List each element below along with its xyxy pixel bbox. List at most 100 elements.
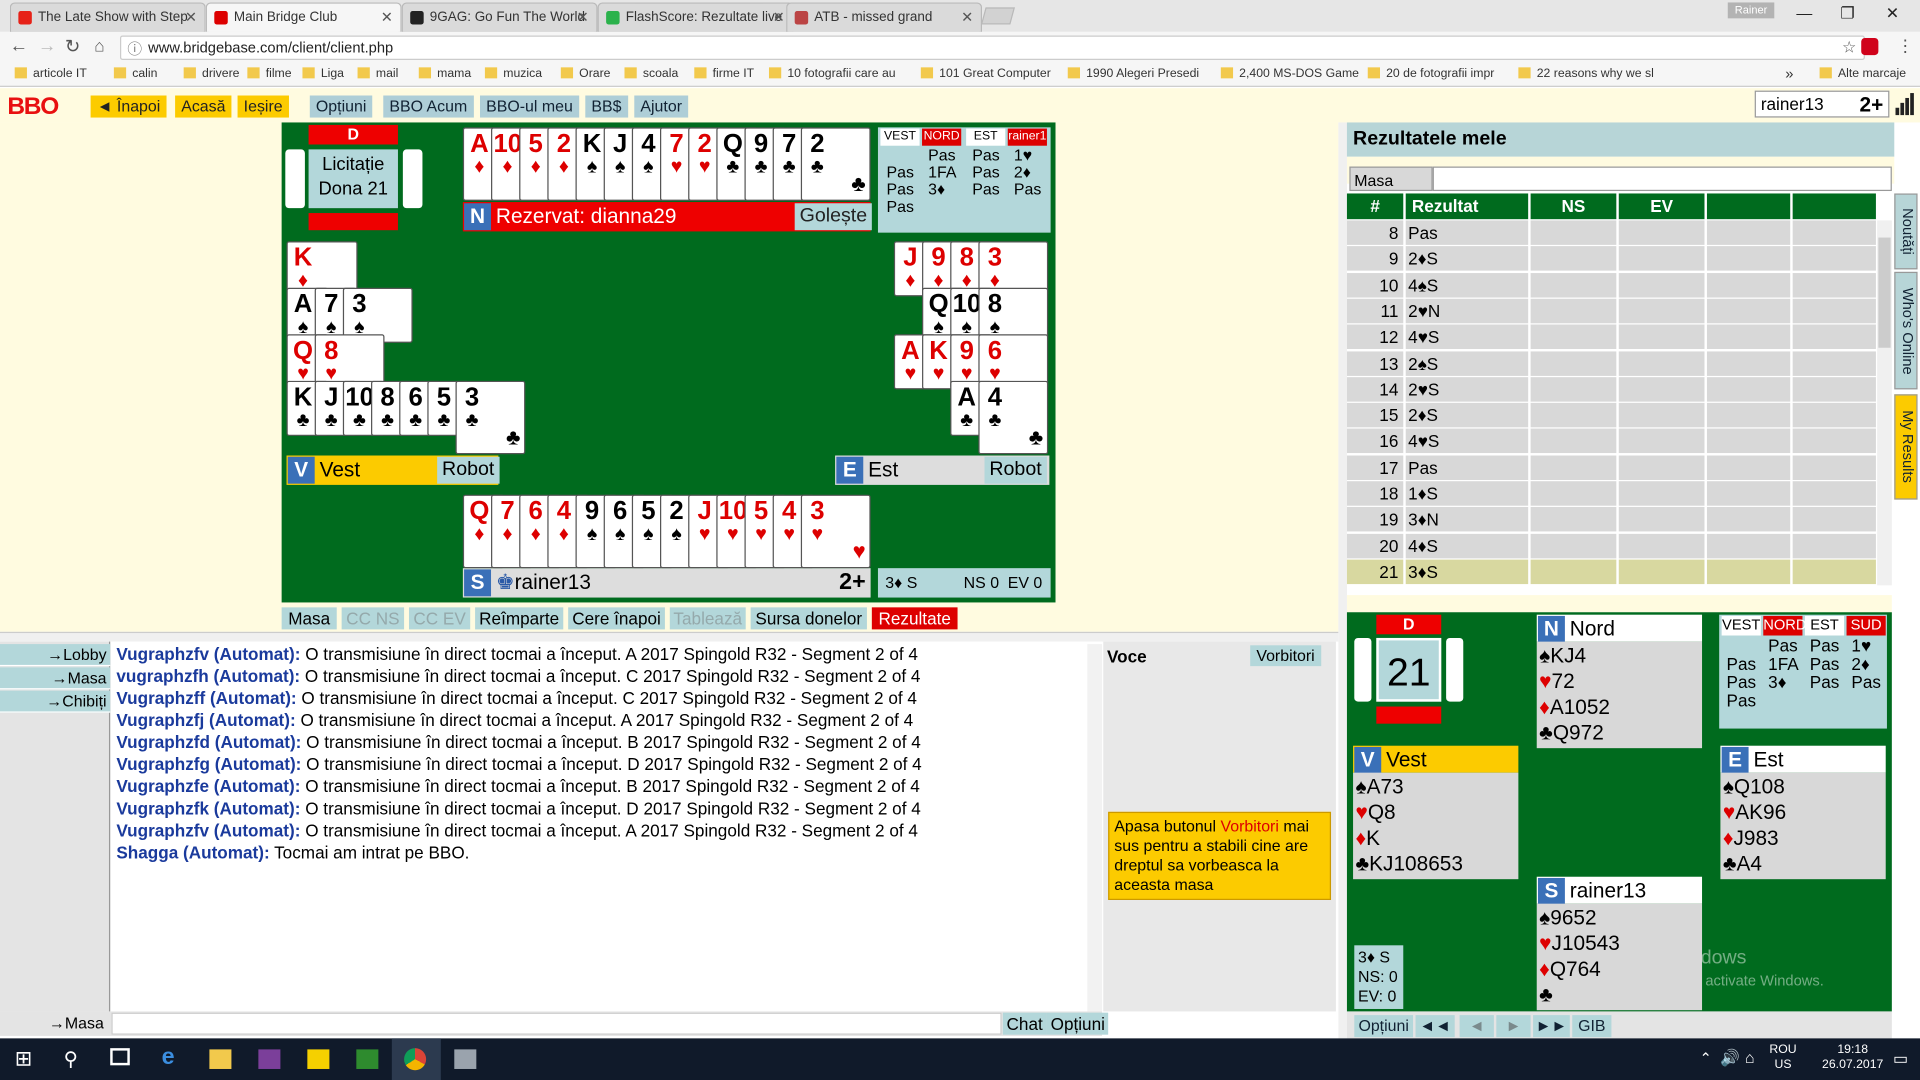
side-tab[interactable]: Who's Online — [1894, 271, 1918, 390]
results-row-contract[interactable]: 1♦S — [1405, 481, 1529, 506]
results-row-contract[interactable]: 4♠S — [1405, 272, 1529, 298]
language-indicator[interactable]: ROU US — [1769, 1043, 1796, 1072]
bookmark-item[interactable]: scoala — [624, 67, 678, 81]
bookmark-item[interactable]: 101 Great Computer — [920, 67, 1051, 81]
results-row-number[interactable]: 19 — [1346, 507, 1404, 532]
review-control-button[interactable]: Opțiuni — [1354, 1015, 1414, 1038]
explorer-icon[interactable] — [209, 1049, 232, 1069]
review-control-button[interactable]: GIB — [1572, 1015, 1612, 1038]
nav-button[interactable]: BB$ — [585, 95, 628, 118]
review-control-button[interactable]: ◄ — [1459, 1015, 1494, 1038]
chat-user[interactable]: Vugraphzfv (Automat): — [116, 644, 300, 664]
splitter[interactable] — [0, 631, 1339, 642]
results-row-contract[interactable]: Pas — [1405, 220, 1529, 245]
edge-icon[interactable]: e — [162, 1044, 175, 1071]
tray-chevron-icon[interactable]: ⌃ — [1700, 1049, 1712, 1066]
chat-user[interactable]: Vugraphzfk (Automat): — [116, 798, 300, 818]
results-row-number[interactable]: 12 — [1346, 324, 1404, 350]
results-row-contract[interactable]: 2♠S — [1405, 350, 1529, 376]
notepad-icon[interactable] — [356, 1049, 379, 1069]
results-scrollbar[interactable] — [1877, 220, 1892, 586]
results-row-number[interactable]: 21 — [1346, 559, 1404, 584]
bookmark-item[interactable]: 10 fotografii care au — [768, 67, 896, 81]
results-row-contract[interactable]: 3♦N — [1405, 507, 1529, 532]
chat-user[interactable]: Vugraphzfv (Automat): — [116, 820, 300, 840]
nav-button[interactable]: BBO Acum — [383, 95, 474, 118]
chat-scrollbar[interactable] — [1087, 644, 1103, 1012]
chat-options-button[interactable]: Opțiuni — [1046, 1012, 1109, 1035]
chat-send-button[interactable]: Chat — [1002, 1012, 1047, 1035]
results-row-number[interactable]: 13 — [1346, 350, 1404, 376]
review-control-button[interactable]: ► — [1496, 1015, 1531, 1038]
vertical-splitter[interactable] — [1338, 122, 1347, 1039]
review-control-button[interactable]: ◄◄ — [1415, 1015, 1455, 1038]
table-tab[interactable]: Reîmparte — [475, 607, 564, 630]
nav-button[interactable]: Ajutor — [634, 95, 689, 118]
chat-user[interactable]: Vugraphzfj (Automat): — [116, 710, 295, 730]
playing-card[interactable]: 3 ♣ ♣ — [455, 380, 526, 455]
bookmark-item[interactable]: 22 reasons why we sl — [1518, 67, 1654, 81]
results-row-number[interactable]: 11 — [1346, 298, 1404, 324]
chat-target[interactable]: →Masa — [49, 1014, 104, 1032]
results-row-contract[interactable]: 4♥S — [1405, 429, 1529, 454]
nav-button[interactable]: BBO-ul meu — [480, 95, 579, 118]
results-row-number[interactable]: 9 — [1346, 246, 1404, 271]
bookmark-item[interactable]: Liga — [302, 67, 344, 81]
results-row-number[interactable]: 15 — [1346, 402, 1404, 428]
browser-tab[interactable]: FlashScore: Rezultate live ✕ — [597, 2, 794, 32]
results-row-number[interactable]: 18 — [1346, 481, 1404, 506]
notifications-icon[interactable]: ▭ — [1893, 1049, 1908, 1069]
playing-card[interactable]: 3 ♥ ♥ — [800, 494, 871, 569]
close-window-icon[interactable]: ✕ — [1886, 4, 1899, 24]
bookmark-item[interactable]: muzica — [484, 67, 542, 81]
chat-nav-item[interactable]: →Masa — [0, 667, 111, 690]
west-robot-button[interactable]: Robot — [437, 456, 500, 484]
close-tab-icon[interactable]: ✕ — [577, 9, 589, 26]
results-row-contract[interactable]: 3♦S — [1405, 559, 1529, 584]
new-tab-button[interactable] — [980, 7, 1015, 25]
table-tab[interactable]: Rezultate — [871, 607, 958, 630]
close-tab-icon[interactable]: ✕ — [961, 9, 973, 26]
home-icon[interactable]: ⌂ — [94, 36, 104, 56]
browser-tab[interactable]: Main Bridge Club ✕ — [205, 2, 402, 32]
bookmark-item[interactable]: firme IT — [694, 67, 754, 81]
close-tab-icon[interactable]: ✕ — [185, 9, 197, 26]
my-table-filter[interactable]: Masa mea — [1349, 166, 1433, 208]
results-row-contract[interactable]: 2♦S — [1405, 246, 1529, 271]
chat-user[interactable]: Vugraphzfe (Automat): — [116, 776, 300, 796]
info-icon[interactable]: ⓘ — [127, 38, 142, 59]
table-tab[interactable]: Cere înapoi — [568, 607, 665, 630]
chat-input[interactable] — [111, 1012, 1002, 1035]
chat-user[interactable]: Shagga (Automat): — [116, 842, 269, 862]
username-box[interactable]: rainer13 2+ — [1754, 90, 1890, 118]
bookmarks-more-icon[interactable]: » — [1785, 65, 1793, 82]
side-tab[interactable]: Noutăți — [1894, 193, 1918, 270]
chat-user[interactable]: vugraphzfh (Automat): — [116, 666, 300, 686]
bookmark-item[interactable]: calin — [113, 67, 157, 81]
clock[interactable]: 19:18 26.07.2017 — [1822, 1043, 1883, 1072]
results-row-contract[interactable]: 4♦S — [1405, 533, 1529, 558]
results-row-contract[interactable]: Pas — [1405, 455, 1529, 480]
app-icon[interactable] — [454, 1049, 477, 1069]
results-row-contract[interactable]: 4♥S — [1405, 324, 1529, 350]
results-row-contract[interactable]: 2♥N — [1405, 298, 1529, 324]
nav-button[interactable]: Ieșire — [237, 95, 289, 118]
winrar-icon[interactable] — [258, 1049, 281, 1069]
results-row-number[interactable]: 10 — [1346, 272, 1404, 298]
menu-icon[interactable]: ⋮ — [1897, 36, 1914, 57]
chrome-taskbar-button[interactable] — [391, 1038, 441, 1080]
playing-card[interactable]: 2 ♣ ♣ — [800, 127, 871, 201]
volume-icon[interactable]: 🔊 — [1720, 1048, 1740, 1068]
results-row-contract[interactable]: 2♦S — [1405, 402, 1529, 428]
minimize-icon[interactable]: — — [1796, 4, 1812, 22]
table-tab[interactable]: Sursa donelor — [750, 607, 867, 630]
bookmark-item[interactable]: Orare — [560, 67, 610, 81]
close-tab-icon[interactable]: ✕ — [381, 9, 393, 26]
chat-user[interactable]: Vugraphzff (Automat): — [116, 688, 296, 708]
start-icon[interactable]: ⊞ — [15, 1047, 32, 1071]
browser-tab[interactable]: 9GAG: Go Fun The World ✕ — [401, 2, 598, 32]
bookmark-item[interactable]: 20 de fotografii impr — [1367, 67, 1494, 81]
maximize-icon[interactable]: ❐ — [1840, 4, 1854, 24]
chat-user[interactable]: Vugraphzfd (Automat): — [116, 732, 301, 752]
results-row-number[interactable]: 14 — [1346, 376, 1404, 402]
